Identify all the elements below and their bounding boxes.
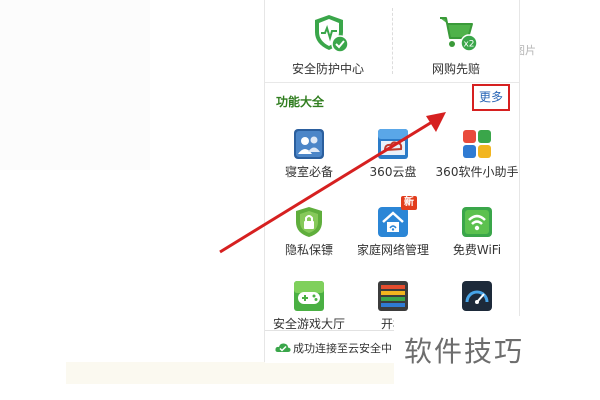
home-network-icon [378, 207, 408, 237]
tool-label: 360软件小助手 [435, 165, 519, 179]
tool-label: 360云盘 [369, 165, 417, 179]
tool-label: 家庭网络管理 [356, 243, 429, 257]
new-badge: 新 [401, 196, 417, 210]
software-assistant-icon [463, 130, 491, 158]
tool-label: 寝室必备 [284, 165, 333, 179]
wifi-icon [462, 207, 492, 237]
top-tools: 安全防护中心 x2 网购先赔 [265, 0, 519, 83]
security-center-button[interactable]: 安全防护中心 [265, 0, 391, 82]
tool-label: 免费WiFi [452, 243, 502, 257]
dorm-people-icon [294, 129, 324, 159]
cloud-drive-icon [378, 129, 408, 159]
tools-panel: 安全防护中心 x2 网购先赔 功能大全 更多 寝室必备 360云盘 360软件小… [264, 0, 520, 363]
security-center-label: 安全防护中心 [291, 62, 364, 76]
tool-game-hall[interactable]: 安全游戏大厅 [267, 272, 351, 338]
shopping-guarantee-label: 网购先赔 [431, 62, 480, 76]
cloud-check-icon [275, 343, 291, 352]
shopping-guarantee-button[interactable]: x2 网购先赔 [393, 0, 519, 82]
more-button[interactable]: 更多 [472, 84, 510, 111]
tool-privacy-guard[interactable]: 隐私保镖 [267, 198, 351, 264]
tool-software-assistant[interactable]: 360软件小助手 [435, 120, 519, 186]
shopping-cart-icon: x2 [440, 17, 478, 52]
shield-check-icon [315, 15, 349, 53]
bottom-band [66, 362, 396, 384]
tool-free-wifi[interactable]: 免费WiFi [435, 198, 519, 264]
tool-cloud-drive[interactable]: 360云盘 [351, 120, 435, 186]
svg-text:x2: x2 [463, 40, 474, 50]
tool-home-network[interactable]: 新 家庭网络管理 [351, 196, 435, 264]
section-title: 功能大全 [276, 95, 325, 109]
tool-dorm-essentials[interactable]: 寝室必备 [267, 120, 351, 186]
watermark: 软件技巧 [404, 335, 525, 368]
privacy-lock-icon [296, 207, 322, 237]
speedometer-icon [462, 281, 492, 311]
background-area [0, 0, 150, 170]
gamepad-icon [294, 281, 324, 311]
tool-label: 隐私保镖 [284, 243, 333, 257]
boot-speed-icon [378, 281, 408, 311]
status-text: 成功连接至云安全中 [293, 342, 392, 355]
